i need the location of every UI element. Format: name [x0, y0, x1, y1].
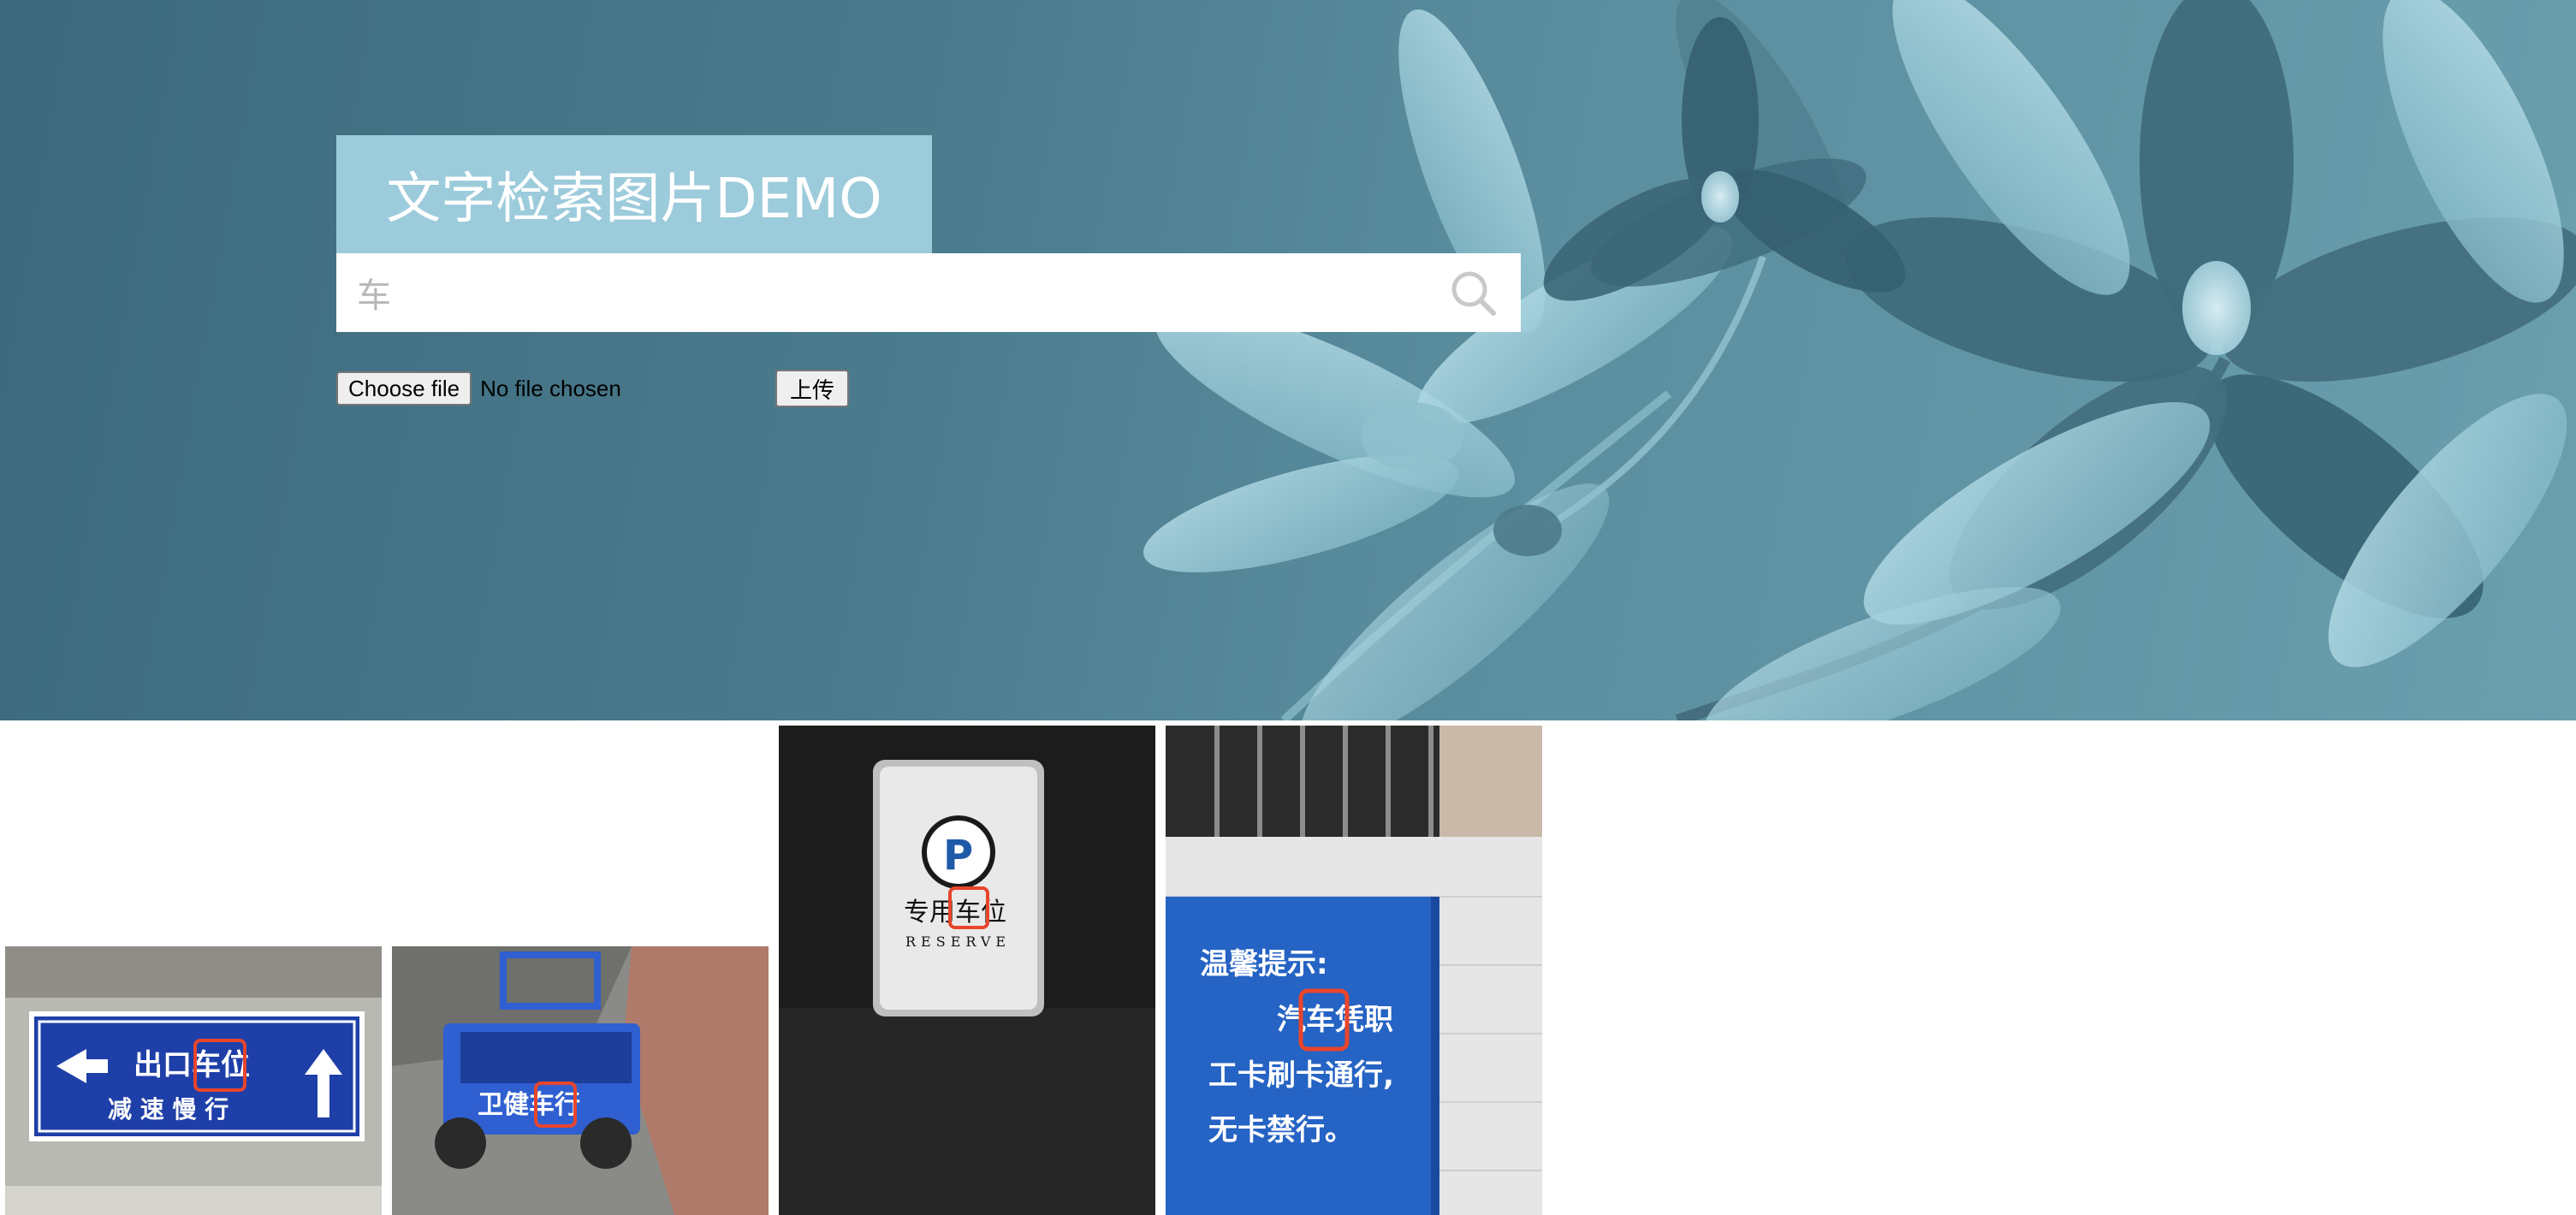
sign-text-line: 无卡禁行。	[1208, 1113, 1354, 1147]
sign-text-line: 卫健车行	[478, 1090, 580, 1120]
upload-form: Choose file No file chosen 上传	[336, 370, 849, 407]
sign-text-line: 温馨提示:	[1200, 947, 1328, 981]
upload-button[interactable]: 上传	[775, 370, 849, 407]
sign-text-line: 出口车位	[134, 1048, 250, 1082]
sign-text-line: 专用车位	[904, 898, 1006, 928]
result-image[interactable]: 卫健车行	[392, 946, 769, 1215]
result-image[interactable]: 出口车位 减 速 慢 行	[5, 946, 382, 1215]
search-input[interactable]	[336, 253, 1440, 332]
sign-text-line: 工卡刷卡通行,	[1208, 1058, 1394, 1093]
file-status-text: No file chosen	[480, 375, 621, 401]
sign-text-line: 减 速 慢 行	[108, 1095, 229, 1123]
hero-banner: 文字检索图片DEMO Choose file No file chosen 上传	[0, 0, 2576, 720]
title-banner: 文字检索图片DEMO	[336, 135, 932, 253]
search-icon[interactable]	[1449, 269, 1499, 318]
flower-background-image	[1143, 0, 2576, 720]
search-bar	[336, 253, 1521, 332]
result-image[interactable]: 温馨提示: 汽车凭职 工卡刷卡通行, 无卡禁行。	[1166, 726, 1542, 1215]
choose-file-button[interactable]: Choose file	[336, 371, 472, 406]
sign-text-line: RESERVE	[905, 933, 1011, 950]
result-image[interactable]: P 专用车位 RESERVE	[779, 726, 1155, 1215]
page-title: 文字检索图片DEMO	[386, 168, 882, 231]
svg-text:P: P	[943, 832, 973, 880]
sign-text-line: 汽车凭职	[1277, 1003, 1393, 1037]
results-grid: 出口车位 减 速 慢 行 卫健车行 P 专用车位 RESERVE 温馨提示: 汽…	[0, 720, 2576, 1215]
